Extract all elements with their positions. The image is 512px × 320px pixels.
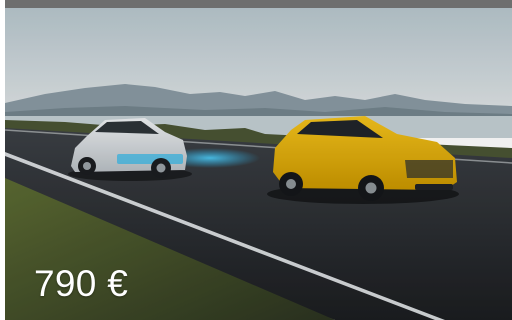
product-card[interactable]: 790 € <box>0 0 512 320</box>
top-banner-strip <box>5 0 512 8</box>
price-label: 790 € <box>34 263 129 304</box>
